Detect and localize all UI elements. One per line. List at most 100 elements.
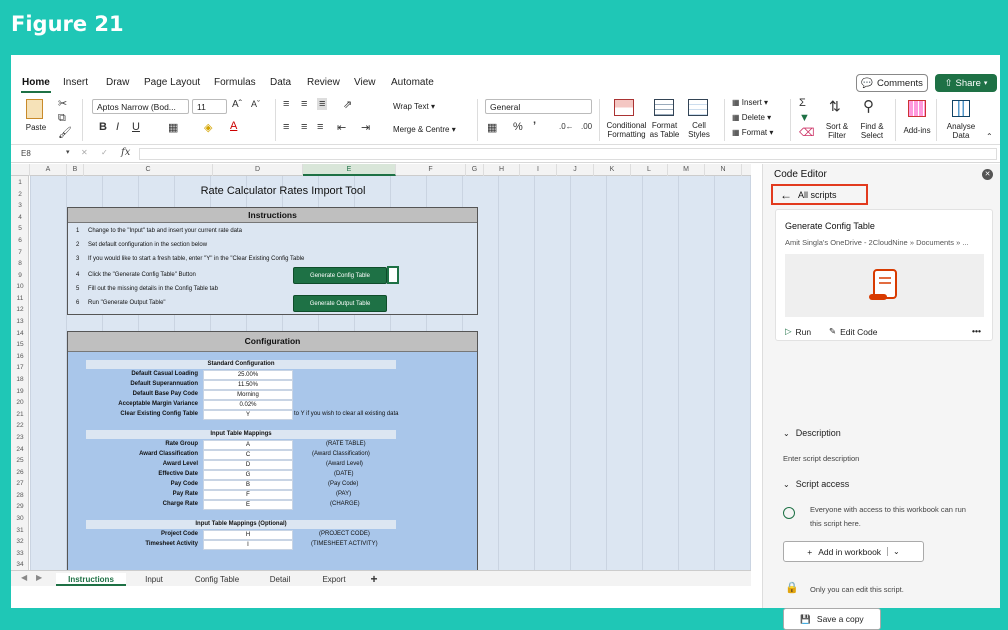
sheet-tab-config-table[interactable]: Config Table: [183, 573, 251, 586]
row-header[interactable]: 27: [11, 478, 29, 490]
increase-indent-icon[interactable]: ⇥: [361, 121, 370, 134]
generate-config-table-button[interactable]: Generate Config Table: [293, 267, 387, 284]
format-as-table-button[interactable]: Format as Table: [647, 121, 682, 139]
row-header[interactable]: 3: [11, 200, 29, 212]
delete-cells-button[interactable]: ▦ Delete ▾: [732, 113, 771, 122]
wrap-text-button[interactable]: Wrap Text ▾: [393, 102, 435, 111]
column-header[interactable]: G: [466, 164, 484, 176]
row-header[interactable]: 15: [11, 339, 29, 351]
align-top-icon[interactable]: ≡: [283, 98, 289, 110]
sort-filter-icon[interactable]: ⇅: [829, 98, 841, 115]
row-header[interactable]: 31: [11, 525, 29, 537]
row-header[interactable]: 11: [11, 293, 29, 305]
row-header[interactable]: 32: [11, 536, 29, 548]
insert-function-icon[interactable]: fx: [121, 147, 130, 158]
tab-data[interactable]: Data: [270, 77, 291, 88]
decrease-font-icon[interactable]: Aˇ: [251, 99, 260, 109]
collapse-ribbon-icon[interactable]: ⌃: [986, 132, 993, 141]
align-bottom-icon[interactable]: ≡: [317, 98, 328, 110]
row-header[interactable]: 34: [11, 559, 29, 570]
tab-insert[interactable]: Insert: [63, 77, 88, 88]
insert-cells-button[interactable]: ▦ Insert ▾: [732, 98, 768, 107]
cancel-icon[interactable]: ✕: [81, 148, 88, 157]
add-ins-button[interactable]: Add-ins: [902, 126, 932, 135]
share-button[interactable]: ⇧ Share ▾: [935, 74, 997, 92]
tab-formulas[interactable]: Formulas: [214, 77, 256, 88]
row-header[interactable]: 23: [11, 432, 29, 444]
column-header[interactable]: C: [84, 164, 213, 176]
borders-icon[interactable]: ▦: [168, 121, 178, 134]
format-painter-icon[interactable]: 🖌: [58, 126, 72, 139]
all-scripts-button[interactable]: ← All scripts: [771, 184, 868, 205]
close-icon[interactable]: ✕: [982, 169, 993, 180]
decrease-decimal-icon[interactable]: .00: [581, 122, 592, 131]
tab-home[interactable]: Home: [21, 77, 51, 93]
align-middle-icon[interactable]: ≡: [301, 98, 307, 110]
align-left-icon[interactable]: ≡: [283, 121, 289, 133]
name-box-dropdown-icon[interactable]: ▾: [66, 148, 70, 156]
row-header[interactable]: 6: [11, 235, 29, 247]
config-value[interactable]: 25.00%: [203, 370, 293, 380]
column-header[interactable]: M: [668, 164, 705, 176]
column-header[interactable]: L: [631, 164, 668, 176]
spreadsheet-grid[interactable]: A B C D E F G H I J K L M N 1 2 3 4 5 6 7 8 9 10 1…: [11, 164, 751, 570]
increase-decimal-icon[interactable]: .0←: [559, 122, 574, 131]
row-header[interactable]: 8: [11, 258, 29, 270]
script-access-toggle[interactable]: ⌄ Script access: [783, 479, 849, 489]
description-input[interactable]: Enter script description: [783, 454, 859, 463]
config-value[interactable]: Y: [203, 410, 293, 420]
percent-icon[interactable]: %: [513, 121, 523, 133]
row-header[interactable]: 25: [11, 455, 29, 467]
accounting-icon[interactable]: ▦: [487, 121, 497, 134]
sheet-tab-export[interactable]: Export: [309, 573, 359, 586]
font-color-icon[interactable]: A: [230, 120, 237, 132]
row-header[interactable]: 14: [11, 328, 29, 340]
add-in-workbook-button[interactable]: + Add in workbook ⌄: [783, 541, 924, 562]
row-header[interactable]: 29: [11, 501, 29, 513]
description-toggle[interactable]: ⌄ Description: [783, 428, 841, 438]
fill-color-icon[interactable]: ◈: [204, 121, 212, 134]
comments-button[interactable]: 💬 Comments: [856, 74, 928, 92]
config-value[interactable]: 0.02%: [203, 400, 293, 410]
font-size-select[interactable]: 11: [192, 99, 227, 114]
tab-automate[interactable]: Automate: [391, 77, 434, 88]
analyse-data-icon[interactable]: [952, 100, 970, 117]
format-cells-button[interactable]: ▦ Format ▾: [732, 128, 773, 137]
row-header[interactable]: 2: [11, 189, 29, 201]
mapping-value[interactable]: B: [203, 480, 293, 490]
sheet-tab-detail[interactable]: Detail: [255, 573, 305, 586]
sheet-tab-instructions[interactable]: Instructions: [56, 573, 126, 586]
format-as-table-icon[interactable]: [654, 99, 674, 116]
column-header[interactable]: F: [396, 164, 466, 176]
name-box[interactable]: E8: [21, 149, 31, 158]
selected-cell[interactable]: [387, 266, 399, 284]
mapping-value[interactable]: E: [203, 500, 293, 510]
increase-font-icon[interactable]: Aˆ: [232, 99, 242, 110]
save-a-copy-button[interactable]: 💾 Save a copy: [783, 608, 881, 630]
conditional-formatting-button[interactable]: Conditional Formatting: [604, 121, 649, 139]
config-value[interactable]: Morning: [203, 390, 293, 400]
column-header[interactable]: N: [705, 164, 742, 176]
row-header[interactable]: 17: [11, 362, 29, 374]
run-button[interactable]: ▷ Run: [785, 326, 811, 337]
row-header[interactable]: 33: [11, 548, 29, 560]
tab-view[interactable]: View: [354, 77, 376, 88]
generate-output-table-button[interactable]: Generate Output Table: [293, 295, 387, 312]
row-header[interactable]: 16: [11, 351, 29, 363]
clear-icon[interactable]: ⌫: [799, 126, 815, 139]
italic-icon[interactable]: I: [116, 121, 119, 133]
more-options-button[interactable]: •••: [972, 326, 981, 336]
decrease-indent-icon[interactable]: ⇤: [337, 121, 346, 134]
row-header[interactable]: 24: [11, 444, 29, 456]
column-header[interactable]: E: [303, 164, 396, 176]
column-header[interactable]: K: [594, 164, 631, 176]
orientation-icon[interactable]: ⇗: [343, 98, 352, 111]
row-header[interactable]: 18: [11, 374, 29, 386]
mapping-value[interactable]: A: [203, 440, 293, 450]
column-header[interactable]: D: [213, 164, 303, 176]
optional-value[interactable]: H: [203, 530, 293, 540]
sheet-tab-input[interactable]: Input: [129, 573, 179, 586]
sort-filter-button[interactable]: Sort & Filter: [822, 122, 852, 140]
copy-icon[interactable]: ⧉: [58, 112, 66, 125]
mapping-value[interactable]: C: [203, 450, 293, 460]
